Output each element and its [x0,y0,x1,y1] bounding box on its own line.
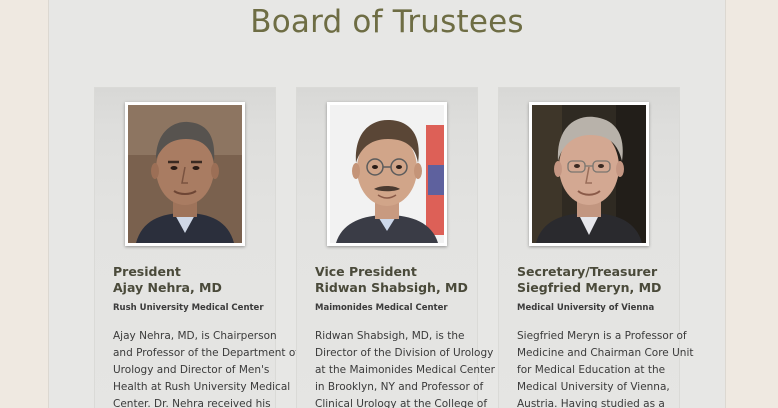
content-panel: Board of Trustees President Ajay Nehra, … [48,0,726,408]
page-title: Board of Trustees [250,4,524,40]
bio-line: Director of the Division of Urology [315,347,494,359]
trustee-affiliation: Rush University Medical Center [113,303,264,313]
trustee-role: Secretary/Treasurer [517,264,658,279]
trustee-name: Ajay Nehra, MD [113,280,222,295]
trustee-card-secretary-treasurer: Secretary/Treasurer Siegfried Meryn, MD … [499,88,693,408]
bio-line: at the Maimonides Medical Center [315,364,495,376]
trustee-name: Ridwan Shabsigh, MD [315,280,468,295]
trustee-card-president: President Ajay Nehra, MD Rush University… [95,88,299,408]
bio-line: Urology and Director of Men's [113,364,270,376]
trustee-photo-frame [327,102,447,246]
bio-line: Ridwan Shabsigh, MD, is the [315,330,465,342]
bio-line: in Brooklyn, NY and Professor of [315,381,484,393]
bio-line: Health at Rush University Medical [113,381,291,393]
trustee-role: President [113,264,181,279]
trustee-portrait-image[interactable] [128,105,242,243]
bio-line: Ajay Nehra, MD, is Chairperson [113,330,277,342]
trustee-affiliation: Medical University of Vienna [517,303,655,313]
bio-line: for Medical Education at the [517,364,666,376]
trustee-bio: Ridwan Shabsigh, MD, is the Director of … [315,328,495,408]
bio-line: and Professor of the Department of [113,347,299,359]
bio-line: Medicine and Chairman Core Unit [517,347,694,359]
trustee-bio: Ajay Nehra, MD, is Chairperson and Profe… [113,328,299,408]
trustee-info: President Ajay Nehra, MD Rush University… [113,264,299,408]
trustee-affiliation: Maimonides Medical Center [315,303,448,313]
trustee-portrait-image[interactable] [532,105,646,243]
trustee-photo-frame [125,102,245,246]
bio-line: Center. Dr. Nehra received his [113,398,271,408]
trustee-role: Vice President [315,264,417,279]
trustee-portrait-image[interactable] [330,105,444,243]
trustee-name: Siegfried Meryn, MD [517,280,662,295]
trustee-info: Secretary/Treasurer Siegfried Meryn, MD … [517,264,694,408]
trustee-info: Vice President Ridwan Shabsigh, MD Maimo… [315,264,495,408]
trustee-photo-frame [529,102,649,246]
bio-line: Clinical Urology at the College of [315,398,488,408]
trustee-bio: Siegfried Meryn is a Professor of Medici… [517,328,694,408]
trustee-card-vice-president: Vice President Ridwan Shabsigh, MD Maimo… [297,88,495,408]
bio-line: Austria. Having studied as a [517,398,665,408]
bio-line: Medical University of Vienna, [517,381,670,393]
bio-line: Siegfried Meryn is a Professor of [517,330,687,342]
